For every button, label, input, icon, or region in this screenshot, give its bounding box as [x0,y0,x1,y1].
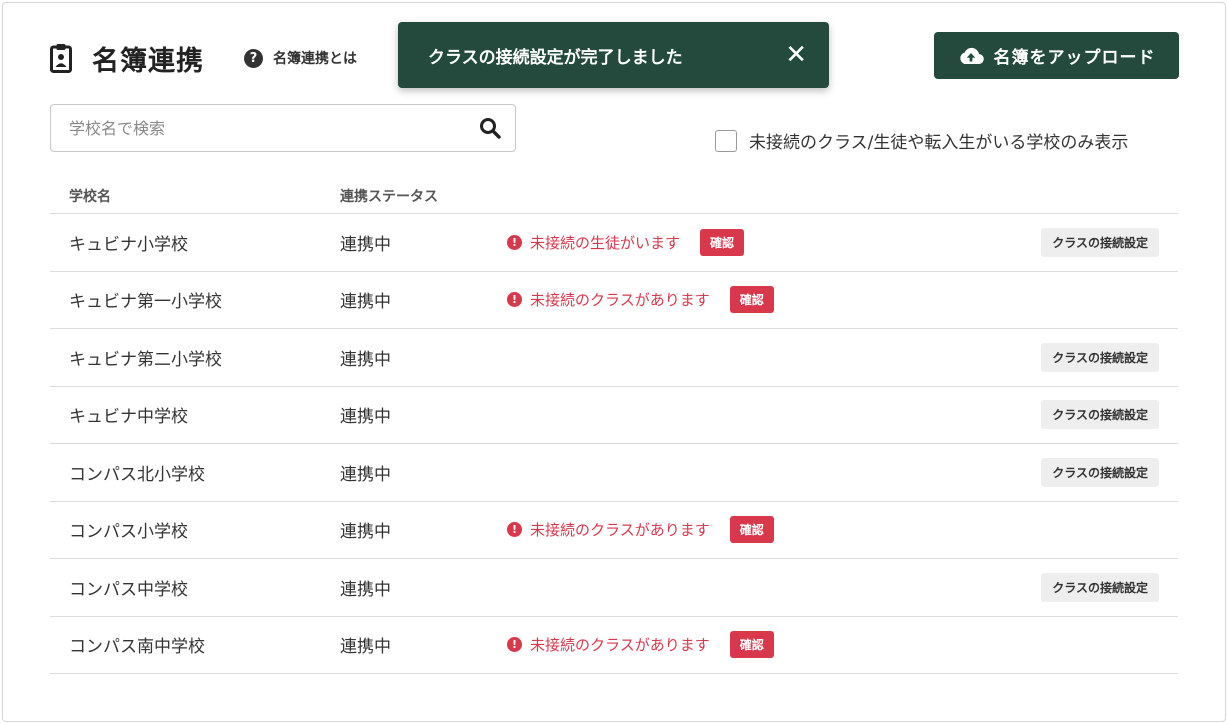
school-name: キュビナ第二小学校 [69,349,222,370]
exclamation-circle-icon: ! [507,637,522,653]
table-row: キュビナ第二小学校 連携中 クラスの接続設定 [50,329,1178,387]
unconnected-filter[interactable]: 未接続のクラス/生徒や転入生がいる学校のみ表示 [715,128,1128,153]
help-label[interactable]: 名簿連携とは [273,48,357,68]
link-status: 連携中 [340,349,391,370]
filter-label[interactable]: 未接続のクラス/生徒や転入生がいる学校のみ表示 [749,128,1128,153]
table-row: コンパス北小学校 連携中 クラスの接続設定 [50,444,1178,502]
alert: ! 未接続のクラスがあります 確認 [507,617,774,674]
page-title: 名簿連携 [92,45,204,77]
class-connection-setting-button[interactable]: クラスの接続設定 [1041,572,1159,602]
alert: ! 未接続のクラスがあります 確認 [507,272,774,329]
upload-label: 名簿をアップロード [993,48,1156,68]
link-status: 連携中 [340,637,391,658]
school-name: キュビナ小学校 [69,234,188,255]
school-name: コンパス北小学校 [69,464,205,485]
search-input[interactable] [51,105,479,151]
link-status: 連携中 [340,407,391,428]
close-icon[interactable]: ✕ [785,42,807,68]
filter-checkbox[interactable] [715,129,737,152]
class-connection-setting-button[interactable]: クラスの接続設定 [1041,400,1159,430]
class-connection-setting-button[interactable]: クラスの接続設定 [1041,342,1159,372]
alert: ! 未接続の生徒がいます 確認 [507,214,745,271]
table-header: 学校名 連携ステータス [50,182,1178,214]
link-status: 連携中 [340,234,391,255]
action-cell: クラスの接続設定 [1041,214,1159,271]
cloud-upload-icon [959,47,984,64]
school-search [50,104,516,152]
help-link[interactable]: ? 名簿連携とは [244,48,357,68]
alert-text: 未接続の生徒がいます [530,233,681,252]
link-status: 連携中 [340,522,391,543]
toast-message: クラスの接続設定が完了しました [428,47,683,68]
school-name: コンパス中学校 [69,579,188,600]
table-row: キュビナ中学校 連携中 クラスの接続設定 [50,387,1178,444]
confirm-button[interactable]: 確認 [729,286,774,314]
action-cell: クラスの接続設定 [1041,559,1159,616]
confirm-button[interactable]: 確認 [700,228,745,256]
upload-roster-button[interactable]: 名簿をアップロード [934,32,1179,79]
alert-text: 未接続のクラスがあります [530,636,710,655]
table-row: コンパス南中学校 連携中 ! 未接続のクラスがあります 確認 [50,617,1178,674]
exclamation-circle-icon: ! [507,234,522,250]
column-school: 学校名 [69,189,111,205]
action-cell: クラスの接続設定 [1041,387,1159,444]
school-name: コンパス南中学校 [69,637,205,658]
action-cell: クラスの接続設定 [1041,444,1159,501]
school-name: コンパス小学校 [69,522,188,543]
school-name: キュビナ第一小学校 [69,292,222,313]
class-connection-setting-button[interactable]: クラスの接続設定 [1041,457,1159,487]
alert: ! 未接続のクラスがあります 確認 [507,502,774,559]
table-row: コンパス小学校 連携中 ! 未接続のクラスがあります 確認 [50,502,1178,559]
alert-text: 未接続のクラスがあります [530,291,710,310]
link-status: 連携中 [340,579,391,600]
clipboard-user-icon [50,44,72,73]
exclamation-circle-icon: ! [507,292,522,308]
class-connection-setting-button[interactable]: クラスの接続設定 [1041,227,1159,257]
school-name: キュビナ中学校 [69,407,188,428]
success-toast: クラスの接続設定が完了しました ✕ [398,22,829,88]
column-status: 連携ステータス [340,189,438,205]
confirm-button[interactable]: 確認 [729,516,774,544]
table-row: キュビナ第一小学校 連携中 ! 未接続のクラスがあります 確認 [50,272,1178,329]
alert-text: 未接続のクラスがあります [530,521,710,540]
question-circle-icon: ? [244,48,263,68]
confirm-button[interactable]: 確認 [729,631,774,659]
table-row: キュビナ小学校 連携中 ! 未接続の生徒がいます 確認 クラスの接続設定 [50,214,1178,272]
page-header: 名簿連携 ? 名簿連携とは [50,40,357,77]
table-row: コンパス中学校 連携中 クラスの接続設定 [50,559,1178,617]
link-status: 連携中 [340,292,391,313]
search-icon[interactable] [479,117,501,139]
exclamation-circle-icon: ! [507,522,522,538]
link-status: 連携中 [340,464,391,485]
action-cell: クラスの接続設定 [1041,329,1159,386]
school-table: 学校名 連携ステータス キュビナ小学校 連携中 ! 未接続の生徒がいます 確認 … [50,182,1178,674]
